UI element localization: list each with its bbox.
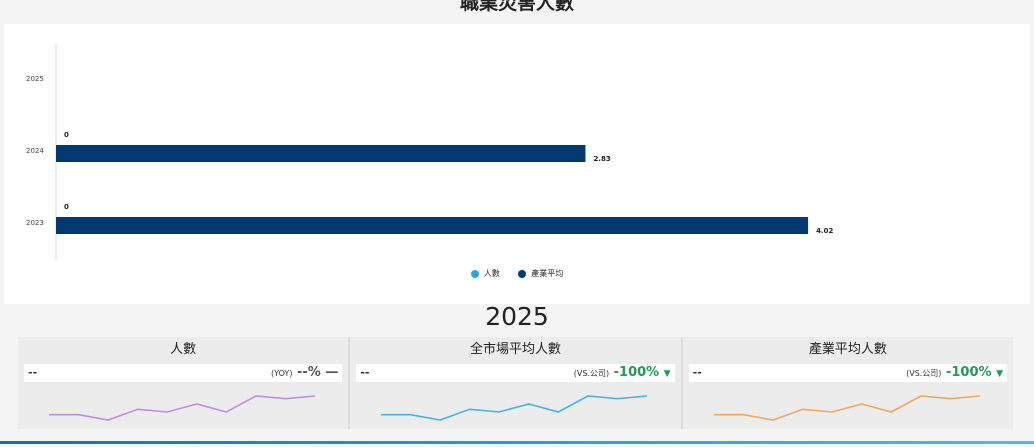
kpi-value-bar: -- (YOY) --% — — [24, 364, 343, 382]
legend-label: 產業平均 — [531, 269, 564, 278]
kpi-row: 人數 -- (YOY) --% — 全市場平均人數 -- (VS.公司) -10… — [18, 337, 1013, 429]
kpi-compare: (YOY) --% — — [271, 365, 338, 380]
sparkline — [381, 395, 648, 421]
sparkline-path — [713, 395, 980, 421]
legend-label: 人數 — [483, 269, 500, 278]
kpi-compare: (VS.公司) -100% ▼ — [574, 365, 671, 380]
kpi-compare-label: (YOY) — [271, 369, 293, 378]
kpi-card-people: 人數 -- (YOY) --% — — [18, 337, 349, 429]
sparkline-path — [381, 395, 648, 421]
kpi-value: -- — [692, 366, 702, 379]
kpi-card-market-average: 全市場平均人數 -- (VS.公司) -100% ▼ — [350, 337, 681, 429]
kpi-title: 產業平均人數 — [808, 342, 887, 357]
kpi-compare-value: -100% — [613, 365, 660, 380]
bar-industry-average[interactable] — [56, 217, 809, 234]
page-title: 職業災害人數 — [459, 0, 574, 14]
dash-icon: — — [325, 365, 339, 380]
y-tick-label: 2024 — [26, 147, 44, 155]
data-label: 2.83 — [593, 155, 610, 163]
kpi-value: -- — [28, 366, 38, 379]
y-tick-label: 2025 — [26, 75, 44, 83]
sparkline — [49, 395, 316, 421]
chart-legend: 人數 產業平均 — [4, 268, 1030, 280]
bar-chart: 2025 2024 0 2.83 2023 0 4.02 — [26, 44, 833, 260]
bar-chart-card: 2025 2024 0 2.83 2023 0 4.02 人數 產業平均 — [4, 24, 1030, 304]
legend-item-people[interactable]: 人數 — [470, 268, 500, 279]
kpi-value-bar: -- (VS.公司) -100% ▼ — [688, 364, 1007, 382]
data-label: 0 — [64, 131, 69, 139]
legend-item-industry-average[interactable]: 產業平均 — [518, 268, 563, 279]
kpi-value: -- — [360, 366, 370, 379]
sparkline-path — [49, 395, 316, 421]
kpi-compare-value: -100% — [945, 365, 992, 380]
legend-dot-icon — [470, 269, 479, 278]
y-tick-label: 2023 — [26, 219, 44, 227]
kpi-card-industry-average: 產業平均人數 -- (VS.公司) -100% ▼ — [682, 337, 1013, 429]
year-heading: 2025 — [485, 302, 549, 331]
kpi-compare-label: (VS.公司) — [573, 369, 610, 378]
kpi-compare: (VS.公司) -100% ▼ — [906, 365, 1003, 380]
bar-industry-average[interactable] — [56, 145, 586, 162]
data-label: 0 — [64, 203, 69, 211]
sparkline — [713, 395, 980, 421]
triangle-down-icon: ▼ — [996, 369, 1003, 379]
triangle-down-icon: ▼ — [663, 369, 671, 379]
data-label: 4.02 — [816, 227, 833, 235]
kpi-compare-value: --% — [296, 365, 321, 380]
legend-dot-icon — [518, 269, 527, 278]
kpi-value-bar: -- (VS.公司) -100% ▼ — [356, 364, 675, 382]
kpi-title: 全市場平均人數 — [469, 342, 561, 357]
bottom-accent-line — [0, 441, 1034, 444]
kpi-compare-label: (VS.公司) — [906, 369, 942, 378]
kpi-title: 人數 — [170, 342, 197, 357]
